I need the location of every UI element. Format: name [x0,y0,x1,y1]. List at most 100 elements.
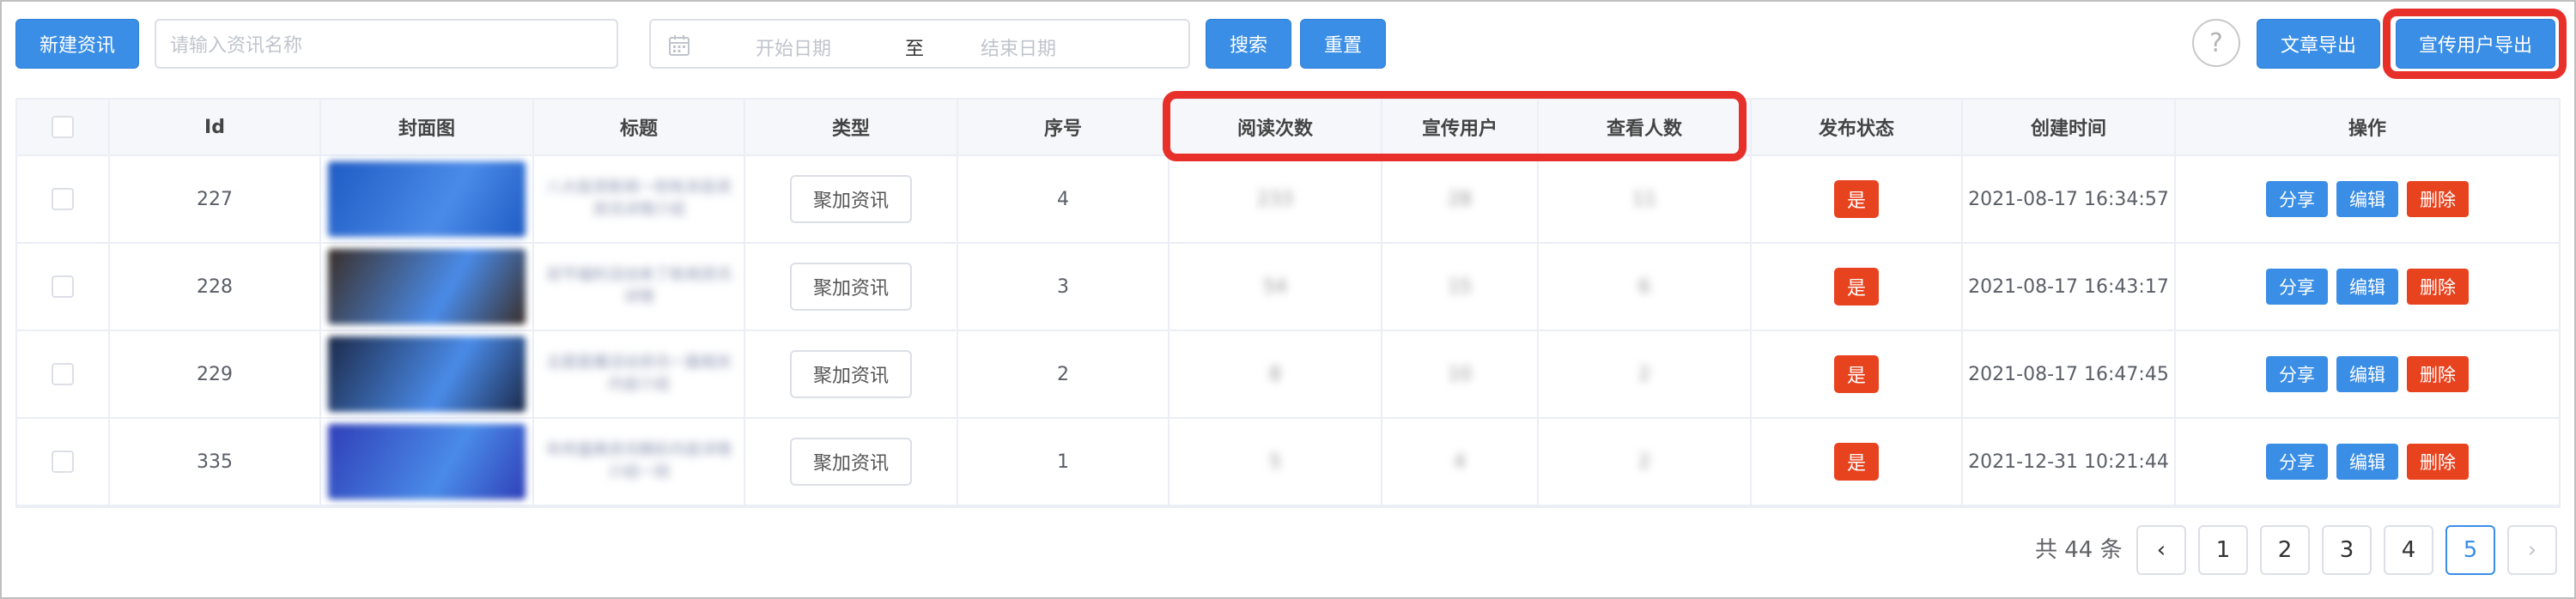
calendar-icon [669,35,690,56]
header-status: 发布状态 [1752,100,1963,154]
cover-image [328,161,526,237]
table-cell: 2021-08-17 16:47:45 [1963,331,2176,417]
highlight-box-export [2383,9,2567,79]
date-range-picker[interactable]: 开始日期 至 结束日期 [649,19,1190,69]
table-cell: 分享 编辑 删除 [2176,244,2559,330]
highlight-box-stats-columns [1163,91,1747,161]
reset-button[interactable]: 重置 [1300,19,1386,69]
table-cell: 54 [1170,244,1382,330]
header-actions: 操作 [2348,118,2386,140]
pagination-next[interactable]: › [2507,525,2557,575]
table-cell: 228 [110,244,321,330]
table-cell: 335 [110,419,321,505]
header-id: Id [110,100,321,154]
pagination-page-1[interactable]: 1 [2198,525,2248,575]
row-reads: 54 [1263,275,1287,298]
type-button[interactable]: 聚加资讯 [790,175,912,223]
row-id: 228 [197,275,233,298]
share-button[interactable]: 分享 [2266,269,2328,305]
table-cell: 2 [1539,331,1752,417]
row-created: 2021-08-17 16:34:57 [1968,188,2169,210]
delete-button[interactable]: 删除 [2407,269,2469,305]
status-badge[interactable]: 是 [1834,180,1879,218]
search-button[interactable]: 搜索 [1206,19,1291,69]
table-row: 228 双节福利活动来了新闻资讯详情 聚加资讯 3 54 15 6 是 2021-08-17 1… [17,244,2559,331]
table-row: 229 主题直播活动资讯一篇相关内容介绍 聚加资讯 2 8 10 2 是 2021-08-17 … [17,331,2559,419]
table-cell: 主题直播活动资讯一篇相关内容介绍 [534,331,745,417]
header-select-all[interactable] [17,100,110,154]
table-cell [321,156,534,242]
table-cell: 2021-12-31 10:21:44 [1963,419,2176,505]
row-reads: 5 [1269,451,1281,473]
table-cell: 聚加资讯 [745,331,958,417]
table-cell [17,244,110,330]
row-promo-users: 4 [1454,451,1466,473]
table-cell: 227 [110,156,321,242]
header-cover: 封面图 [321,100,534,154]
pagination-page-4[interactable]: 4 [2384,525,2433,575]
row-checkbox[interactable] [52,363,74,385]
row-checkbox[interactable] [52,451,74,473]
status-badge[interactable]: 是 [1834,443,1879,481]
cover-image [328,336,526,412]
table-cell: 分享 编辑 删除 [2176,156,2559,242]
row-title: 双节福利活动来了新闻资讯详情 [546,266,732,306]
pagination-page-2[interactable]: 2 [2260,525,2310,575]
table-cell: 分享 编辑 删除 [2176,331,2559,417]
row-viewers: 2 [1638,363,1650,385]
row-order: 2 [1057,363,1069,385]
share-button[interactable]: 分享 [2266,444,2328,480]
status-badge[interactable]: 是 [1834,268,1879,306]
table-cell: 4 [1382,419,1539,505]
edit-button[interactable]: 编辑 [2336,444,2398,480]
delete-button[interactable]: 删除 [2407,356,2469,392]
edit-button[interactable]: 编辑 [2336,269,2398,305]
export-articles-button[interactable]: 文章导出 [2257,19,2380,69]
row-created: 2021-08-17 16:43:17 [1968,275,2169,298]
share-button[interactable]: 分享 [2266,181,2328,217]
type-button[interactable]: 聚加资讯 [790,438,912,486]
end-date-input[interactable]: 结束日期 [981,33,1056,61]
table-row: 335 年终盛典资讯精彩内容详情介绍一则 聚加资讯 1 5 4 2 是 2021-12-31 1… [17,419,2559,506]
table-cell: 6 [1539,244,1752,330]
row-promo-users: 15 [1448,275,1472,298]
table-cell: 11 [1539,156,1752,242]
table-cell: 2 [958,331,1170,417]
table-cell: 年终盛典资讯精彩内容详情介绍一则 [534,419,745,505]
header-title: 标题 [534,100,745,154]
type-button[interactable]: 聚加资讯 [790,350,912,398]
pagination-prev[interactable]: ‹ [2136,525,2186,575]
table-cell [17,419,110,505]
table-cell: 八大投资新闻一则有关投资资讯详情介绍 [534,156,745,242]
row-promo-users: 10 [1448,363,1472,385]
table-cell: 28 [1382,156,1539,242]
table-cell: 是 [1752,156,1963,242]
delete-button[interactable]: 删除 [2407,181,2469,217]
table-cell [17,331,110,417]
type-button[interactable]: 聚加资讯 [790,263,912,311]
row-checkbox[interactable] [52,275,74,298]
pagination-page-5[interactable]: 5 [2445,525,2495,575]
search-input[interactable]: 请输入资讯名称 [155,19,618,69]
row-created: 2021-08-17 16:47:45 [1968,363,2169,385]
row-viewers: 2 [1638,451,1650,473]
select-all-checkbox[interactable] [52,116,74,138]
row-order: 4 [1057,188,1069,210]
edit-button[interactable]: 编辑 [2336,181,2398,217]
pagination-page-3[interactable]: 3 [2322,525,2372,575]
status-badge[interactable]: 是 [1834,355,1879,393]
header-order: 序号 [958,100,1170,154]
help-icon[interactable]: ? [2192,19,2240,67]
new-article-button[interactable]: 新建资讯 [15,19,139,69]
table-cell: 8 [1170,331,1382,417]
table-cell: 是 [1752,419,1963,505]
share-button[interactable]: 分享 [2266,356,2328,392]
edit-button[interactable]: 编辑 [2336,356,2398,392]
table-cell [321,331,534,417]
row-id: 227 [197,188,233,210]
row-viewers: 11 [1632,188,1656,210]
row-checkbox[interactable] [52,188,74,210]
delete-button[interactable]: 删除 [2407,444,2469,480]
start-date-input[interactable]: 开始日期 [756,33,831,61]
table-cell: 10 [1382,331,1539,417]
